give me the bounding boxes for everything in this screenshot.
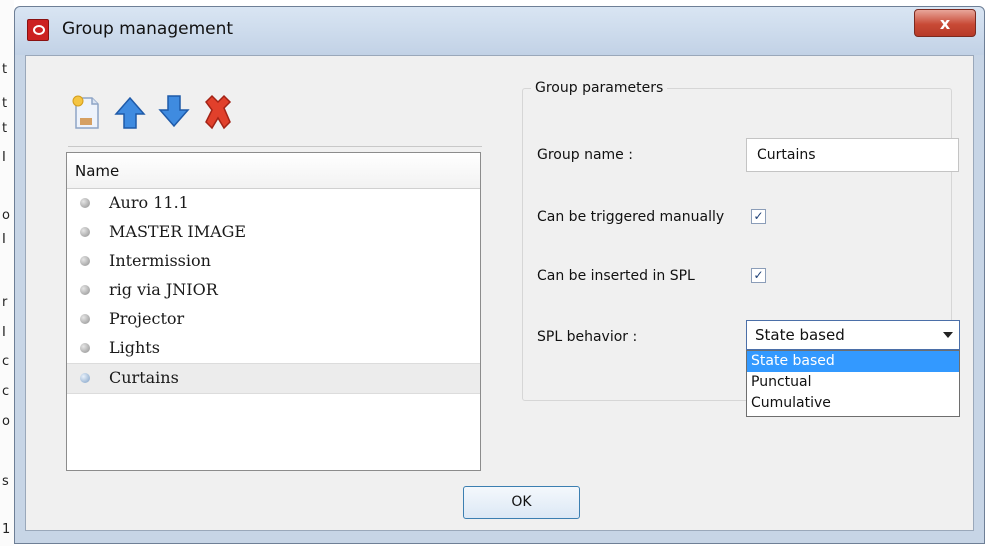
app-logo-icon [27,19,49,41]
list-item-label: Lights [109,338,160,357]
move-up-button[interactable] [112,92,148,132]
list-item-label: MASTER IMAGE [109,222,247,241]
group-name-label: Group name : [537,147,633,163]
group-bullet-icon [80,373,90,383]
move-down-button[interactable] [156,92,192,132]
window-title: Group management [62,19,234,39]
background-app-edge: t t t I o I r I c c o s 1 [0,0,14,546]
list-item-label: Auro 11.1 [109,193,189,212]
group-bullet-icon [80,227,90,237]
spl-behavior-select[interactable]: State based [746,320,960,350]
list-item-label: Projector [109,309,185,328]
new-group-button[interactable] [68,92,104,132]
background-text: c [2,354,10,369]
spl-behavior-label: SPL behavior : [537,329,638,345]
background-text: s [2,474,9,489]
background-text: t [2,62,8,77]
chevron-down-icon[interactable] [943,332,953,338]
background-text: r [2,295,8,310]
dropdown-option-state-based[interactable]: State based [747,351,959,372]
new-group-icon [72,95,99,129]
list-item-label: Curtains [109,368,179,387]
spl-behavior-value: State based [755,326,845,344]
move-down-arrow-icon [158,95,190,128]
group-name-input[interactable] [746,138,959,172]
background-text: 1 [2,522,11,537]
ok-button[interactable]: OK [463,486,580,519]
spl-behavior-dropdown: State based Punctual Cumulative [746,350,960,417]
group-bullet-icon [80,198,90,208]
background-text: t [2,96,8,111]
toolbar [68,88,482,147]
group-parameters-title: Group parameters [531,80,668,96]
list-item[interactable]: Lights [67,334,480,363]
group-bullet-icon [80,343,90,353]
list-item[interactable]: rig via JNIOR [67,276,480,305]
background-text: I [2,232,6,247]
list-item-selected[interactable]: Curtains [67,363,480,394]
list-item[interactable]: MASTER IMAGE [67,218,480,247]
dropdown-option-cumulative[interactable]: Cumulative [747,393,959,414]
title-bar[interactable]: Group management x [15,7,984,55]
delete-x-icon [205,94,232,130]
list-item[interactable]: Auro 11.1 [67,189,480,218]
group-bullet-icon [80,285,90,295]
spl-insert-checkbox[interactable]: ✓ [751,268,766,283]
list-item[interactable]: Projector [67,305,480,334]
spl-insert-label: Can be inserted in SPL [537,268,695,284]
background-text: I [2,150,6,165]
background-text: o [2,208,10,223]
group-bullet-icon [80,314,90,324]
group-management-dialog: Group management x Name Auro 11.1 MASTER… [14,6,985,544]
dialog-content: Name Auro 11.1 MASTER IMAGE Intermission… [25,55,974,531]
dropdown-option-punctual[interactable]: Punctual [747,372,959,393]
list-item-label: rig via JNIOR [109,280,218,299]
list-header-name[interactable]: Name [67,153,480,189]
manual-trigger-label: Can be triggered manually [537,209,725,225]
group-bullet-icon [80,256,90,266]
list-item[interactable]: Intermission [67,247,480,276]
group-list: Name Auro 11.1 MASTER IMAGE Intermission… [66,152,481,471]
background-text: t [2,121,8,136]
delete-group-button[interactable] [200,92,236,132]
list-item-label: Intermission [109,251,211,270]
manual-trigger-checkbox[interactable]: ✓ [751,209,766,224]
background-text: c [2,384,10,399]
move-up-arrow-icon [114,96,146,129]
background-text: o [2,414,10,429]
background-text: I [2,325,6,340]
close-button[interactable]: x [914,9,976,37]
